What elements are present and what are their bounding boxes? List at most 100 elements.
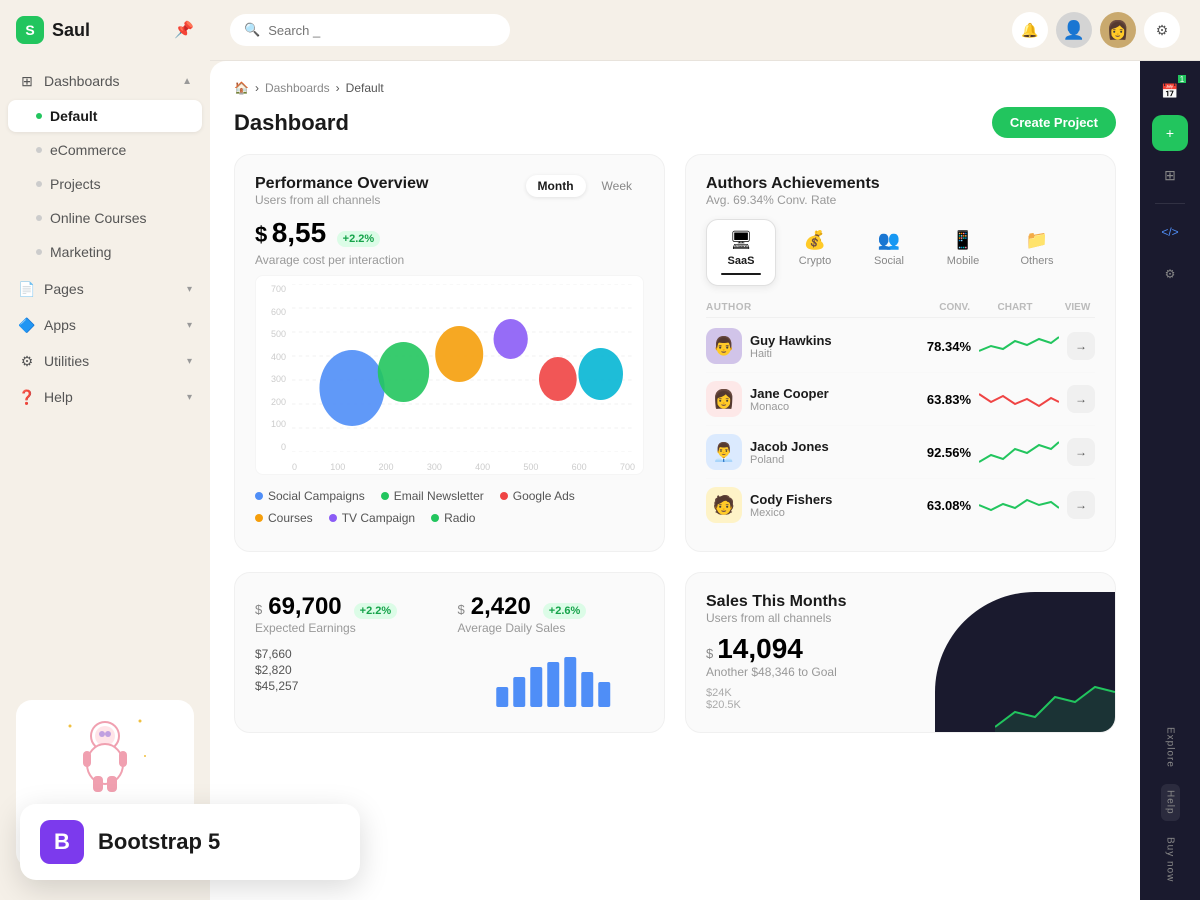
bootstrap-icon: B [40, 820, 84, 864]
pages-icon: 📄 [18, 280, 36, 298]
view-btn-2[interactable]: → [1067, 438, 1095, 466]
tab-mobile[interactable]: 📱 Mobile [928, 219, 998, 286]
bootstrap-label: Bootstrap 5 [98, 829, 220, 855]
earnings-amount: 69,700 [268, 593, 341, 621]
logo-icon: S [16, 16, 44, 44]
sidebar-label-ecommerce: eCommerce [50, 142, 126, 158]
rp-code-button[interactable]: </> [1152, 214, 1188, 250]
home-icon: 🏠 [234, 81, 249, 95]
author-country-0: Haiti [750, 348, 898, 360]
sidebar-item-default[interactable]: Default [8, 100, 202, 132]
legend-social: Social Campaigns [255, 489, 365, 503]
tab-week[interactable]: Week [590, 175, 644, 197]
author-conv-2: 92.56% [906, 445, 971, 460]
nav-dot-marketing [36, 249, 42, 255]
settings-button[interactable]: ⚙ [1144, 12, 1180, 48]
rp-calendar-button[interactable]: 📅 1 [1152, 73, 1188, 109]
avatar-0: 👨 [706, 328, 742, 364]
earnings-badge: +2.2% [354, 603, 398, 619]
search-box[interactable]: 🔍 [230, 14, 510, 46]
tab-social[interactable]: 👥 Social [854, 219, 924, 286]
author-chart-3 [979, 490, 1059, 520]
sales-card: Sales This Months Users from all channel… [685, 572, 1116, 733]
explore-label[interactable]: Explore [1163, 721, 1178, 774]
rp-grid-button[interactable]: ⊞ [1152, 157, 1188, 193]
author-row-2: 👨‍💼 Jacob Jones Poland 92.56% → [706, 426, 1095, 479]
mobile-icon: 📱 [952, 230, 974, 251]
view-btn-3[interactable]: → [1067, 491, 1095, 519]
view-btn-0[interactable]: → [1067, 332, 1095, 360]
main-content: 🏠 › Dashboards › Default Dashboard Creat… [210, 61, 1140, 900]
sidebar-item-utilities[interactable]: ⚙ Utilities ▾ [8, 344, 202, 378]
tab-month[interactable]: Month [526, 175, 586, 197]
nav-dot-ecommerce [36, 147, 42, 153]
tab-crypto[interactable]: 💰 Crypto [780, 219, 850, 286]
expected-earnings: $ 69,700 +2.2% Expected Earnings [255, 593, 442, 635]
breadcrumb-dashboards[interactable]: Dashboards [265, 81, 330, 95]
avatar-button[interactable]: 👩 [1100, 12, 1136, 48]
authors-card: Authors Achievements Avg. 69.34% Conv. R… [685, 154, 1116, 552]
nav-dot-default [36, 113, 42, 119]
crypto-icon: 💰 [804, 230, 826, 251]
col-author: AUTHOR [706, 302, 905, 313]
author-name-0: Guy Hawkins [750, 333, 898, 348]
sidebar-item-marketing[interactable]: Marketing [8, 236, 202, 268]
sidebar-item-help[interactable]: ❓ Help ▾ [8, 380, 202, 414]
performance-header: Performance Overview Users from all chan… [255, 175, 644, 207]
sidebar-label-dashboards: Dashboards [44, 73, 120, 89]
sidebar-item-dashboards[interactable]: ⊞ Dashboards ▲ [8, 64, 202, 98]
avatar-3: 🧑 [706, 487, 742, 523]
apps-icon: 🔷 [18, 316, 36, 334]
author-name-2: Jacob Jones [750, 439, 898, 454]
sidebar-item-ecommerce[interactable]: eCommerce [8, 134, 202, 166]
earnings-label: Expected Earnings [255, 621, 442, 635]
sidebar-label-marketing: Marketing [50, 244, 111, 260]
others-icon: 📁 [1026, 230, 1048, 251]
sidebar-label-utilities: Utilities [44, 353, 89, 369]
authors-title: Authors Achievements [706, 175, 880, 193]
main-grid: Performance Overview Users from all chan… [234, 154, 1116, 552]
sidebar-header: S Saul 📌 [0, 16, 210, 64]
legend-tv: TV Campaign [329, 511, 415, 525]
performance-title: Performance Overview [255, 175, 428, 193]
sidebar-item-online-courses[interactable]: Online Courses [8, 202, 202, 234]
buy-label[interactable]: Buy now [1163, 831, 1178, 888]
daily-amount: 2,420 [471, 593, 531, 621]
author-conv-1: 63.83% [906, 392, 971, 407]
legend-courses: Courses [255, 511, 313, 525]
performance-subtitle: Users from all channels [255, 193, 428, 207]
author-chart-2 [979, 437, 1059, 467]
rp-settings-button[interactable]: ⚙ [1152, 256, 1188, 292]
apps-chevron: ▾ [187, 320, 192, 331]
chevron-icon: ▲ [182, 76, 192, 87]
search-input[interactable] [268, 23, 496, 38]
page-title: Dashboard [234, 110, 349, 136]
sidebar-label-pages: Pages [44, 281, 84, 297]
col-view: VIEW [1060, 302, 1095, 313]
sidebar-item-projects[interactable]: Projects [8, 168, 202, 200]
author-row-1: 👩 Jane Cooper Monaco 63.83% → [706, 373, 1095, 426]
avatar-1: 👩 [706, 381, 742, 417]
amount-prefix: $ [255, 222, 267, 247]
rp-add-button[interactable]: + [1152, 115, 1188, 151]
help-label[interactable]: Help [1161, 784, 1180, 821]
astronaut-illustration [55, 716, 155, 796]
breadcrumb-current: Default [346, 81, 384, 95]
notification-button[interactable]: 🔔 [1012, 12, 1048, 48]
user-button[interactable]: 👤 [1056, 12, 1092, 48]
sidebar-item-pages[interactable]: 📄 Pages ▾ [8, 272, 202, 306]
author-conv-3: 63.08% [906, 498, 971, 513]
create-project-button[interactable]: Create Project [992, 107, 1116, 138]
tab-saas[interactable]: 🖥 SaaS [706, 219, 776, 286]
right-panel: 📅 1 + ⊞ </> ⚙ Explore Help Buy now [1140, 61, 1200, 900]
view-btn-1[interactable]: → [1067, 385, 1095, 413]
stats-grid: $ 69,700 +2.2% Expected Earnings $ 2,420… [234, 572, 1116, 733]
tab-others[interactable]: 📁 Others [1002, 219, 1072, 286]
period-tabs: Month Week [526, 175, 644, 197]
chart-legend: Social Campaigns Email Newsletter Google… [255, 489, 644, 525]
author-country-2: Poland [750, 454, 898, 466]
author-tabs: 🖥 SaaS 💰 Crypto 👥 Social [706, 219, 1095, 286]
bootstrap-badge: B Bootstrap 5 [20, 804, 360, 880]
pin-icon[interactable]: 📌 [174, 20, 194, 40]
sidebar-item-apps[interactable]: 🔷 Apps ▾ [8, 308, 202, 342]
